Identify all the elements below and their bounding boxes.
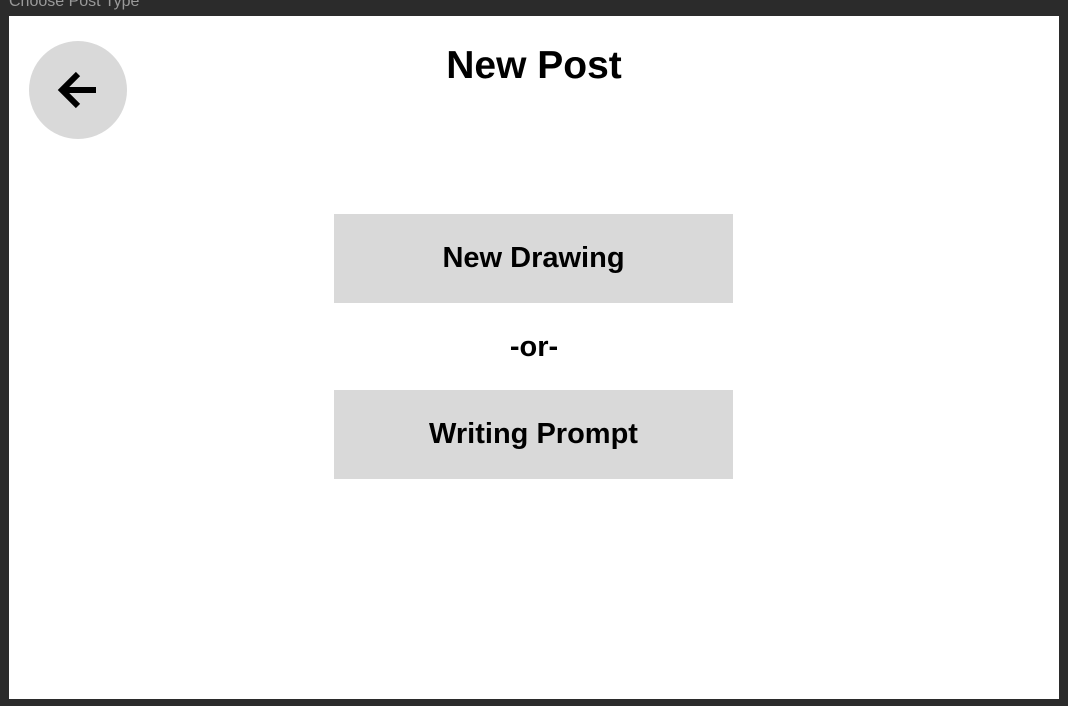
frame-label: Choose Post Type xyxy=(9,0,140,10)
or-divider: -or- xyxy=(509,331,559,363)
page-title: New Post xyxy=(446,44,622,87)
post-type-screen: New Post New Drawing -or- Writing Prompt xyxy=(9,16,1059,699)
new-drawing-button[interactable]: New Drawing xyxy=(334,214,733,303)
writing-prompt-button[interactable]: Writing Prompt xyxy=(334,390,733,479)
